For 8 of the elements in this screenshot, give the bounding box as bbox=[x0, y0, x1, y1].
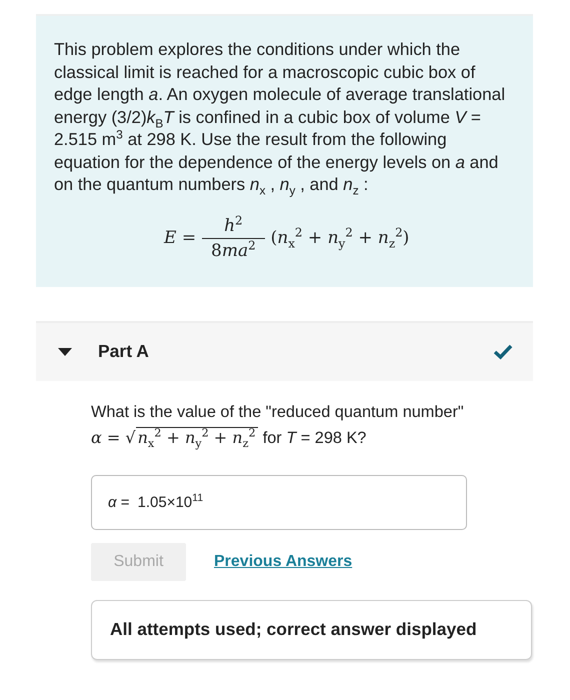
previous-answers-link[interactable]: Previous Answers bbox=[214, 552, 352, 570]
energy-equation: E = h$^{2}$ 8ma$^{2}$ (n$_{x}$$^{2}$ + n$_{y}$$^{2}$ + n$_{z}$$^{2}$) bbox=[164, 216, 410, 260]
caret-icon[interactable] bbox=[58, 346, 72, 356]
question-text: What is the value of the "reduced quantum number" α = √n$_{x}$$^{2}$ + n$_{y}$$^{2}$ + n$_{z}$$^{2}$ for T = 298 K? bbox=[91, 402, 465, 450]
answer-field[interactable]: α = 1.05×10$^{11}$ bbox=[91, 474, 467, 530]
part-header[interactable]: Part A bbox=[36, 320, 533, 380]
feedback-message: All attempts used; correct answer displayed bbox=[91, 600, 532, 660]
part-title: Part A bbox=[98, 341, 150, 362]
